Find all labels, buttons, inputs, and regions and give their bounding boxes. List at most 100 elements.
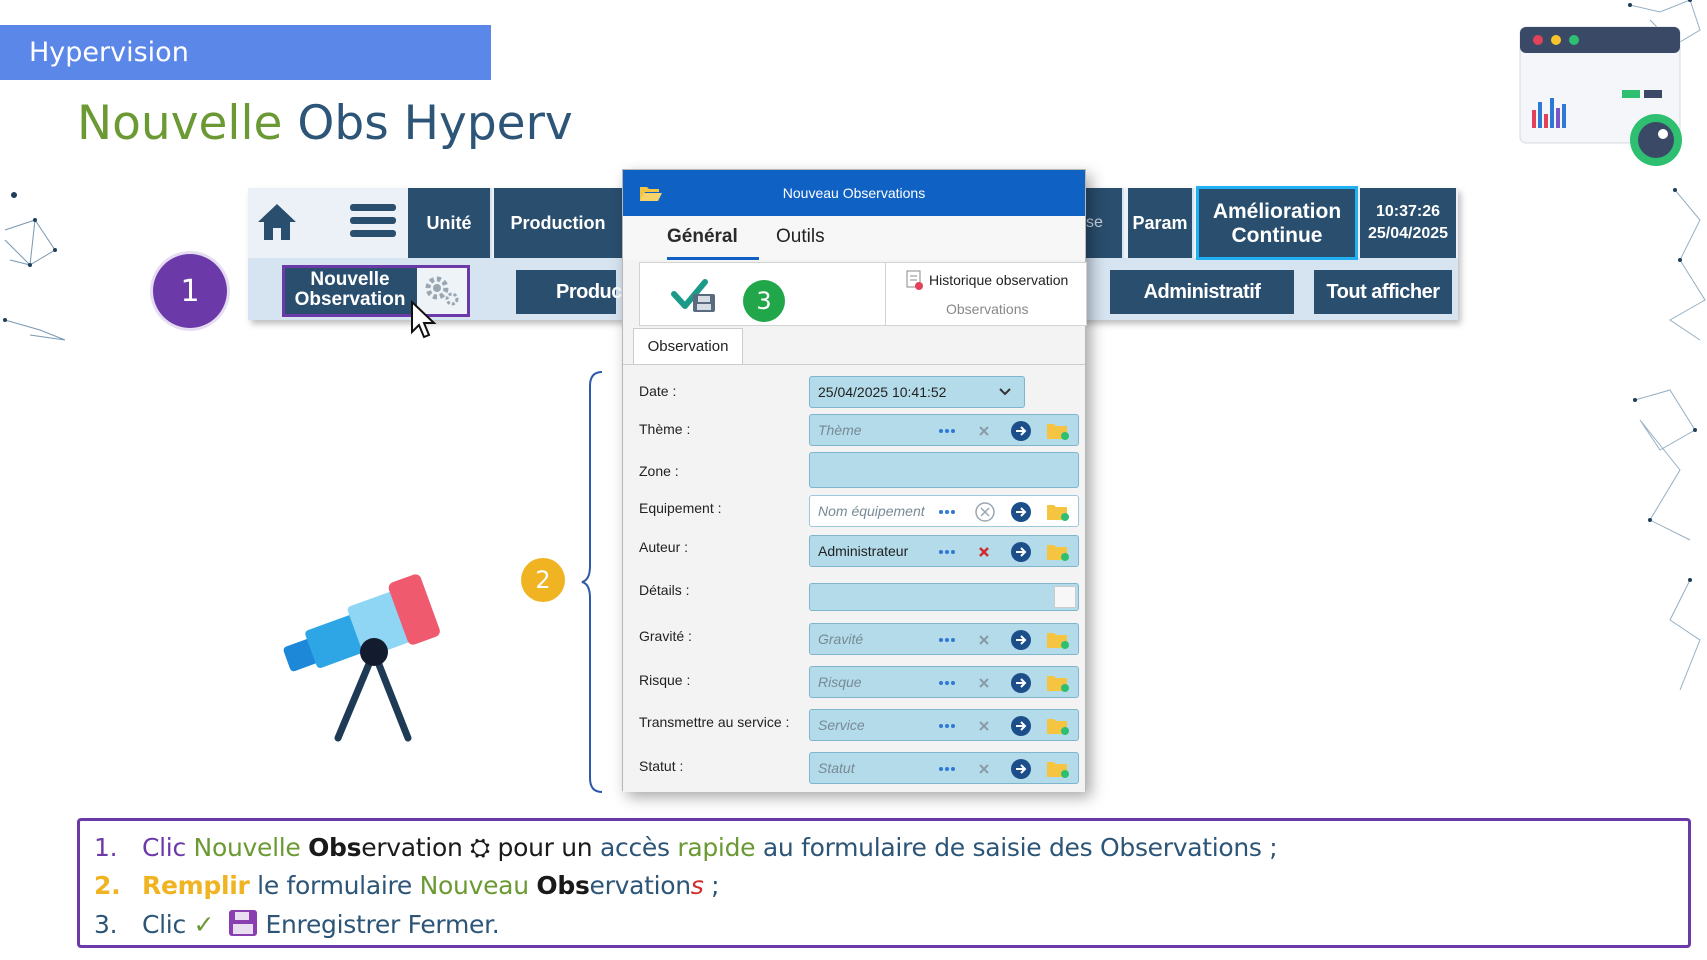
- step-number: 3.: [94, 910, 118, 939]
- clear-icon[interactable]: [978, 634, 990, 646]
- sub-button-administratif[interactable]: Administratif: [1110, 270, 1294, 314]
- nouvelle-observation-button[interactable]: Nouvelle Observation: [282, 265, 470, 317]
- nouvelle-line2: Observation: [294, 289, 406, 310]
- details-field[interactable]: [809, 583, 1079, 611]
- instruction-text: au formulaire de saisie des Observations…: [755, 833, 1278, 862]
- label-theme: Thème :: [639, 421, 691, 437]
- more-options-icon[interactable]: [938, 680, 956, 686]
- save-disk-icon: [228, 910, 257, 936]
- folder-add-icon[interactable]: [1046, 716, 1070, 736]
- dashboard-illustration: [1519, 26, 1682, 166]
- theme-field[interactable]: Thème: [809, 414, 1079, 446]
- theme-placeholder: Thème: [818, 422, 862, 438]
- clock-display: 10:37:26 25/04/2025: [1360, 188, 1456, 258]
- clear-icon[interactable]: [978, 425, 990, 437]
- instruction-text: Nouveau: [419, 871, 537, 900]
- risque-field[interactable]: Risque: [809, 666, 1079, 698]
- instruction-text: Clic: [142, 833, 194, 862]
- more-options-icon[interactable]: [938, 723, 956, 729]
- folder-open-icon: [640, 187, 662, 201]
- folder-add-icon[interactable]: [1046, 421, 1070, 441]
- label-equipement: Equipement :: [639, 500, 722, 516]
- folder-add-icon[interactable]: [1046, 502, 1070, 522]
- clear-icon[interactable]: [978, 677, 990, 689]
- save-close-icon[interactable]: [671, 274, 719, 314]
- label-statut: Statut :: [639, 758, 684, 774]
- step-badge-1: 1: [153, 254, 227, 328]
- step-number: 2.: [94, 871, 121, 900]
- slide-title: Nouvelle Obs Hyperv: [77, 96, 573, 151]
- tab-outils[interactable]: Outils: [776, 226, 825, 248]
- instruction-text: le formulaire: [249, 871, 420, 900]
- service-field[interactable]: Service: [809, 709, 1079, 741]
- chevron-down-icon[interactable]: [998, 387, 1012, 397]
- clear-icon[interactable]: [978, 546, 990, 558]
- telescope-illustration: [283, 574, 440, 742]
- folder-add-icon[interactable]: [1046, 630, 1070, 650]
- go-arrow-icon[interactable]: [1010, 501, 1032, 523]
- gravite-field[interactable]: Gravité: [809, 623, 1079, 655]
- clear-circle-icon[interactable]: [974, 501, 996, 523]
- details-scrollbar[interactable]: [1054, 586, 1076, 608]
- date-value: 25/04/2025 10:41:52: [818, 384, 947, 400]
- equipement-placeholder: Nom équipement: [818, 503, 925, 519]
- instruction-text: Obs: [308, 833, 362, 862]
- label-transmettre: Transmettre au service :: [639, 714, 790, 730]
- clear-icon[interactable]: [978, 720, 990, 732]
- zone-field[interactable]: [809, 452, 1079, 488]
- more-options-icon[interactable]: [938, 549, 956, 555]
- history-button-label[interactable]: Historique observation: [929, 272, 1068, 288]
- active-tab-indicator: [667, 257, 759, 260]
- go-arrow-icon[interactable]: [1010, 541, 1032, 563]
- more-options-icon[interactable]: [938, 766, 956, 772]
- clock-time: 10:37:26: [1375, 203, 1441, 220]
- statut-field[interactable]: Statut: [809, 752, 1079, 784]
- go-arrow-icon[interactable]: [1010, 629, 1032, 651]
- folder-add-icon[interactable]: [1046, 673, 1070, 693]
- more-options-icon[interactable]: [938, 428, 956, 434]
- instruction-text: Remplir: [142, 871, 250, 900]
- label-zone: Zone :: [639, 463, 679, 479]
- auteur-field[interactable]: Administrateur: [809, 535, 1079, 567]
- step-badge-3: 3: [743, 280, 785, 322]
- label-risque: Risque :: [639, 672, 691, 688]
- amelioration-continue-button[interactable]: Amélioration Continue: [1196, 186, 1358, 260]
- home-icon[interactable]: [256, 202, 298, 242]
- service-placeholder: Service: [818, 717, 865, 733]
- date-field[interactable]: 25/04/2025 10:41:52: [809, 376, 1025, 408]
- instruction-line-3: 3. Clic ✓ Enregistrer Fermer.: [94, 909, 500, 939]
- step-number: 1.: [94, 833, 118, 862]
- label-details: Détails :: [639, 582, 690, 598]
- label-auteur: Auteur :: [639, 539, 689, 555]
- folder-add-icon[interactable]: [1046, 542, 1070, 562]
- sub-button-tout-afficher[interactable]: Tout afficher: [1314, 270, 1452, 314]
- nouvelle-line1: Nouvelle: [310, 269, 390, 290]
- ribbon-separator: [885, 263, 886, 325]
- go-arrow-icon[interactable]: [1010, 715, 1032, 737]
- instruction-text: ;: [703, 871, 720, 900]
- tab-observation[interactable]: Observation: [633, 328, 743, 364]
- nav-button-param[interactable]: Param: [1128, 188, 1194, 258]
- nav-button-unite[interactable]: Unité: [408, 188, 492, 258]
- step-badge-2: 2: [521, 558, 565, 602]
- hamburger-menu-icon[interactable]: [350, 202, 396, 240]
- dialog-title: Nouveau Observations: [782, 185, 926, 201]
- clear-icon[interactable]: [978, 763, 990, 775]
- go-arrow-icon[interactable]: [1010, 420, 1032, 442]
- go-arrow-icon[interactable]: [1010, 758, 1032, 780]
- go-arrow-icon[interactable]: [1010, 672, 1032, 694]
- history-icon[interactable]: [905, 270, 925, 292]
- nav-button-partial[interactable]: se: [1082, 188, 1124, 258]
- auteur-value: Administrateur: [818, 543, 909, 559]
- more-options-icon[interactable]: [938, 637, 956, 643]
- title-part-blue: Obs Hyperv: [297, 96, 573, 151]
- sub-button-production[interactable]: Produc: [516, 270, 622, 314]
- equipement-field[interactable]: Nom équipement: [809, 495, 1079, 527]
- instruction-text: s: [690, 871, 704, 900]
- more-options-icon[interactable]: [938, 509, 956, 515]
- tab-general[interactable]: Général: [667, 226, 738, 248]
- amelioration-line2: Continue: [1231, 224, 1323, 247]
- nav-button-production[interactable]: Production: [494, 188, 624, 258]
- folder-add-icon[interactable]: [1046, 759, 1070, 779]
- gear-icon: ⛭: [470, 833, 490, 862]
